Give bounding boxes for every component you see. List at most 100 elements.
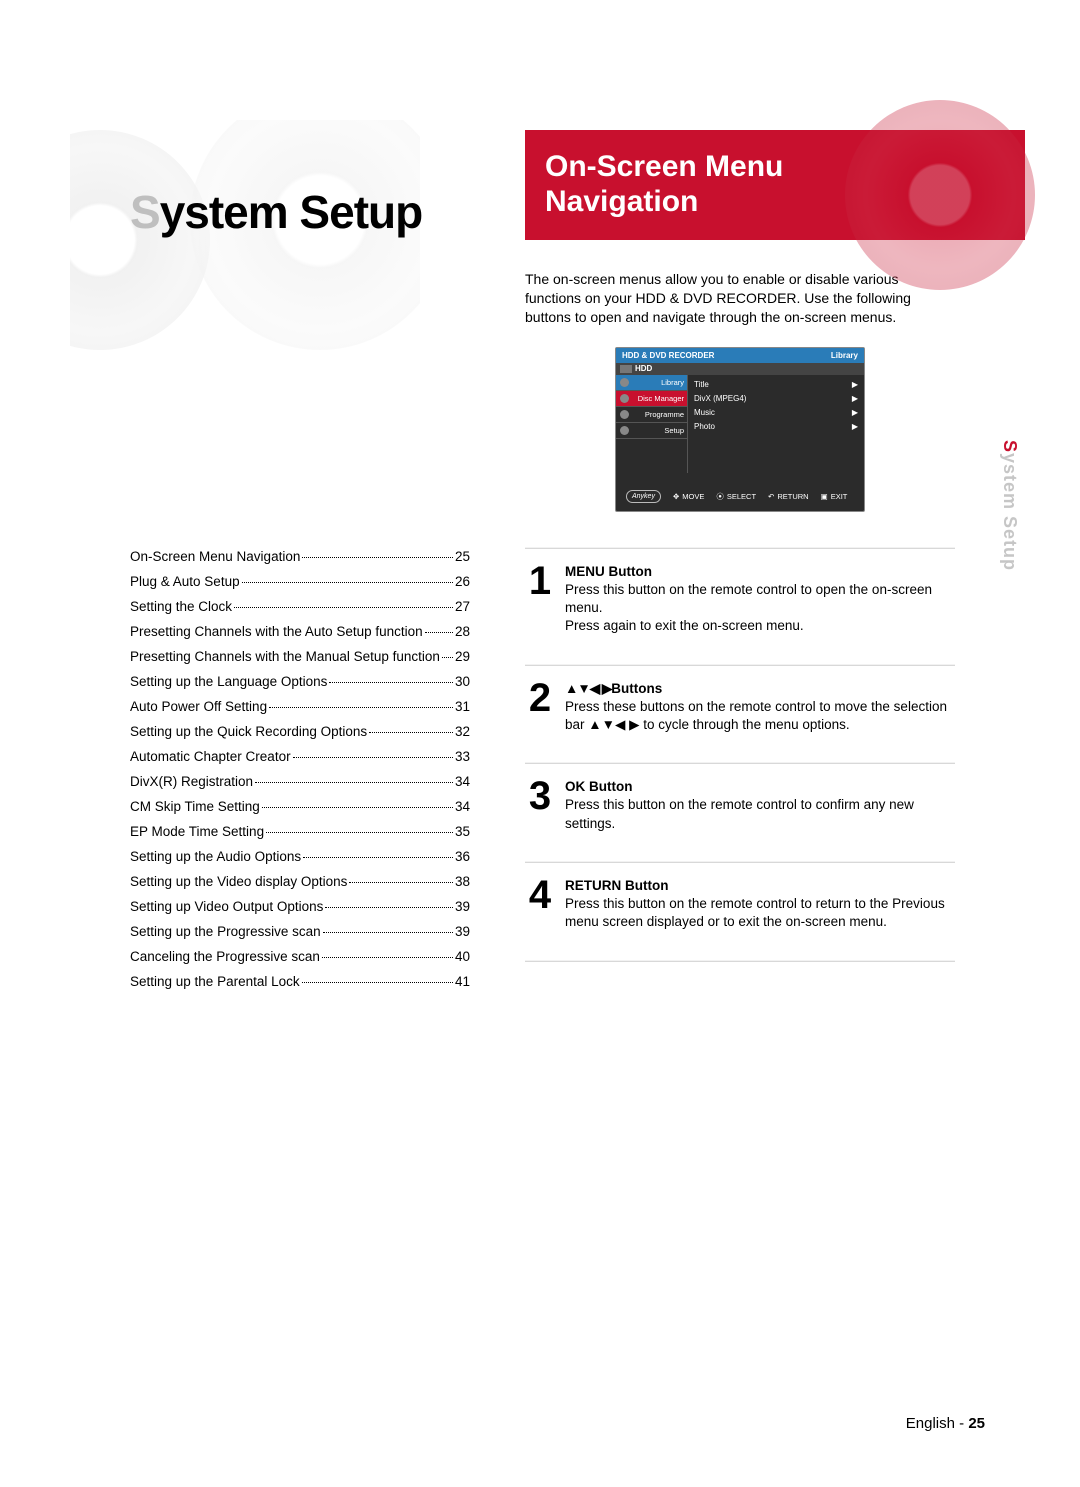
ok-icon: ⦿ [716,491,724,502]
toc-row: Setting up the Video display Options 38 [130,874,470,889]
toc-row: Setting up the Parental Lock 41 [130,974,470,989]
step-text: Press this button on the remote control … [565,896,945,929]
step-title: MENU Button [565,564,652,579]
step-title: RETURN Button [565,878,668,893]
toc-label: Canceling the Progressive scan [130,949,320,964]
toc-label: Setting up the Parental Lock [130,974,300,989]
gear-icon [620,426,629,435]
ms-side-item: Programme [616,407,687,423]
toc-label: Setting up the Progressive scan [130,924,321,939]
toc-label: Setting up Video Output Options [130,899,323,914]
toc-page: 26 [455,574,470,589]
toc-page: 32 [455,724,470,739]
toc-label: DivX(R) Registration [130,774,253,789]
step-4: 4 RETURN Button Press this button on the… [525,877,955,932]
toc-row: Automatic Chapter Creator 33 [130,749,470,764]
toc-row: Auto Power Off Setting 31 [130,699,470,714]
dpad-icon: ✥ [673,492,679,501]
toc-page: 28 [455,624,470,639]
toc-page: 36 [455,849,470,864]
section-title: System Setup [130,185,510,239]
toc-label: Presetting Channels with the Manual Setu… [130,649,440,664]
toc-page: 35 [455,824,470,839]
divider [525,861,955,863]
toc-label: Presetting Channels with the Auto Setup … [130,624,423,639]
toc-row: EP Mode Time Setting 35 [130,824,470,839]
hdd-icon [620,365,632,373]
step-text: Press this button on the remote control … [565,797,914,830]
toc-page: 31 [455,699,470,714]
footer-exit: ▣EXIT [821,492,848,501]
toc-page: 27 [455,599,470,614]
toc-label: Setting up the Audio Options [130,849,301,864]
anykey-pill: Anykey [626,490,661,503]
ms-side-item: Disc Manager [616,391,687,407]
footer-return: ↶RETURN [768,492,809,501]
toc-label: EP Mode Time Setting [130,824,264,839]
toc-row: Setting up Video Output Options 39 [130,899,470,914]
divider [525,960,955,962]
toc-row: Canceling the Progressive scan 40 [130,949,470,964]
ms-header-left: HDD & DVD RECORDER [622,351,714,360]
toc-label: Automatic Chapter Creator [130,749,291,764]
toc-page: 39 [455,924,470,939]
step-1: 1 MENU Button Press this button on the r… [525,563,955,636]
table-of-contents: On-Screen Menu Navigation 25 Plug & Auto … [130,549,470,989]
toc-row: Setting up the Language Options 30 [130,674,470,689]
return-icon: ↶ [768,492,774,501]
step-2: 2 ▲▼◀ ▶Buttons Press these buttons on th… [525,680,955,735]
step-text: Press these buttons on the remote contro… [565,699,947,732]
toc-row: On-Screen Menu Navigation 25 [130,549,470,564]
toc-row: Presetting Channels with the Manual Setu… [130,649,470,664]
toc-row: Setting the Clock 27 [130,599,470,614]
divider [525,547,955,549]
toc-row: Setting up the Quick Recording Options 32 [130,724,470,739]
toc-page: 34 [455,774,470,789]
step-title: OK Button [565,779,632,794]
toc-label: Setting up the Quick Recording Options [130,724,367,739]
toc-row: CM Skip Time Setting34 [130,799,470,814]
toc-page: 25 [455,549,470,564]
page-heading: On-Screen Menu Navigation [525,130,955,219]
ms-side-item: Setup [616,423,687,439]
footer-select: ⦿SELECT [716,491,756,502]
toc-label: Setting up the Video display Options [130,874,347,889]
toc-page: 30 [455,674,470,689]
arrow-buttons-icon: ▲▼◀ ▶ [565,681,611,696]
disc-icon [620,394,629,403]
step-3: 3 OK Button Press this button on the rem… [525,778,955,833]
intro-text: The on-screen menus allow you to enable … [525,270,955,327]
step-number: 4 [525,877,555,913]
toc-page: 39 [455,899,470,914]
toc-row: Setting up the Progressive scan 39 [130,924,470,939]
divider [525,762,955,764]
clock-icon [620,410,629,419]
toc-page: 33 [455,749,470,764]
toc-label: Auto Power Off Setting [130,699,267,714]
toc-page: 40 [455,949,470,964]
divider [525,664,955,666]
step-text: Press this button on the remote control … [565,582,932,615]
toc-label: Plug & Auto Setup [130,574,240,589]
toc-page: 29 [455,649,470,664]
step-number: 1 [525,563,555,599]
toc-page: 38 [455,874,470,889]
title-accent: S [130,186,160,238]
toc-label: Setting up the Language Options [130,674,327,689]
step-number: 3 [525,778,555,814]
exit-icon: ▣ [821,492,828,501]
toc-page: 41 [455,974,470,989]
toc-label: CM Skip Time Setting [130,799,260,814]
toc-label: On-Screen Menu Navigation [130,549,300,564]
footer-move: ✥MOVE [673,492,704,501]
toc-row: DivX(R) Registration 34 [130,774,470,789]
step-text: Press again to exit the on-screen menu. [565,618,804,633]
page-footer: English - 25 [906,1415,985,1432]
toc-label: Setting the Clock [130,599,232,614]
toc-row: Presetting Channels with the Auto Setup … [130,624,470,639]
side-tab: System Setup [999,440,1020,571]
title-rest: ystem Setup [160,186,423,238]
ms-side-item: Library [616,375,687,391]
step-number: 2 [525,680,555,716]
onscreen-menu-illustration: HDD & DVD RECORDER Library HDD Library D… [615,347,865,512]
